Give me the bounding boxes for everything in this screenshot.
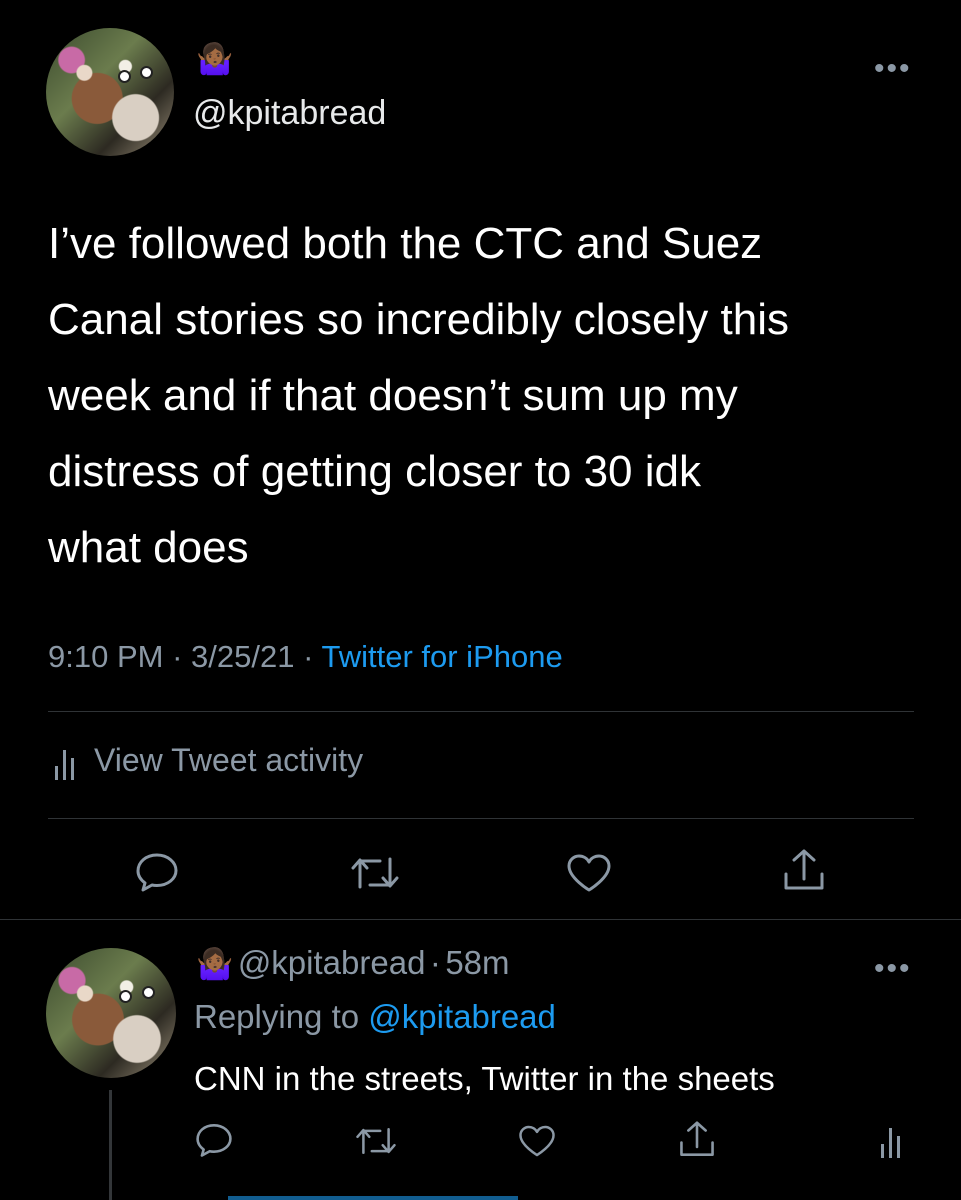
avatar[interactable] xyxy=(46,28,174,156)
reply-age: 58m xyxy=(445,944,510,981)
shrug-emoji: 🤷🏾‍♀️ xyxy=(196,947,234,982)
tweet-time: 9:10 PM xyxy=(48,639,164,674)
thread-line xyxy=(109,1090,112,1200)
replying-to-label: Replying to xyxy=(194,998,360,1035)
meta-separator: · xyxy=(429,944,441,981)
reply-icon[interactable] xyxy=(135,852,179,892)
reply-text: CNN in the streets, Twitter in the sheet… xyxy=(194,1060,775,1097)
activity-chart-icon[interactable] xyxy=(880,1124,902,1158)
shrug-emoji: 🤷🏾‍♀️ xyxy=(196,42,234,77)
tweet-text: I’ve followed both the CTC and Suez Cana… xyxy=(48,219,789,572)
tweet-source-link[interactable]: Twitter for iPhone xyxy=(321,639,562,674)
reply-avatar[interactable] xyxy=(46,948,176,1078)
divider xyxy=(48,818,914,819)
bottom-indicator xyxy=(228,1196,518,1200)
reply-handle[interactable]: @kpitabread xyxy=(238,944,426,981)
tweet-handle[interactable]: @kpitabread xyxy=(193,94,386,133)
divider xyxy=(0,919,961,920)
retweet-icon[interactable] xyxy=(355,1124,397,1158)
reply-header: 🤷🏾‍♀️ @kpitabread · 58m xyxy=(196,944,510,982)
replying-to: Replying to @kpitabread xyxy=(194,998,556,1036)
retweet-icon[interactable] xyxy=(350,853,400,893)
meta-separator: · xyxy=(303,639,314,674)
like-icon[interactable] xyxy=(518,1124,556,1158)
share-icon[interactable] xyxy=(782,848,826,894)
more-options-icon[interactable]: ••• xyxy=(874,52,912,86)
tweet-date: 3/25/21 xyxy=(191,639,295,674)
divider xyxy=(48,711,914,712)
activity-chart-icon xyxy=(54,746,76,780)
share-icon[interactable] xyxy=(678,1120,716,1160)
reply-more-options-icon[interactable]: ••• xyxy=(874,952,912,986)
reply-icon[interactable] xyxy=(195,1122,233,1158)
replying-to-handle[interactable]: @kpitabread xyxy=(368,998,556,1035)
tweet-meta: 9:10 PM · 3/25/21 · Twitter for iPhone xyxy=(48,639,563,675)
meta-separator: · xyxy=(172,639,183,674)
view-activity-label: View Tweet activity xyxy=(94,742,364,778)
like-icon[interactable] xyxy=(566,853,612,893)
